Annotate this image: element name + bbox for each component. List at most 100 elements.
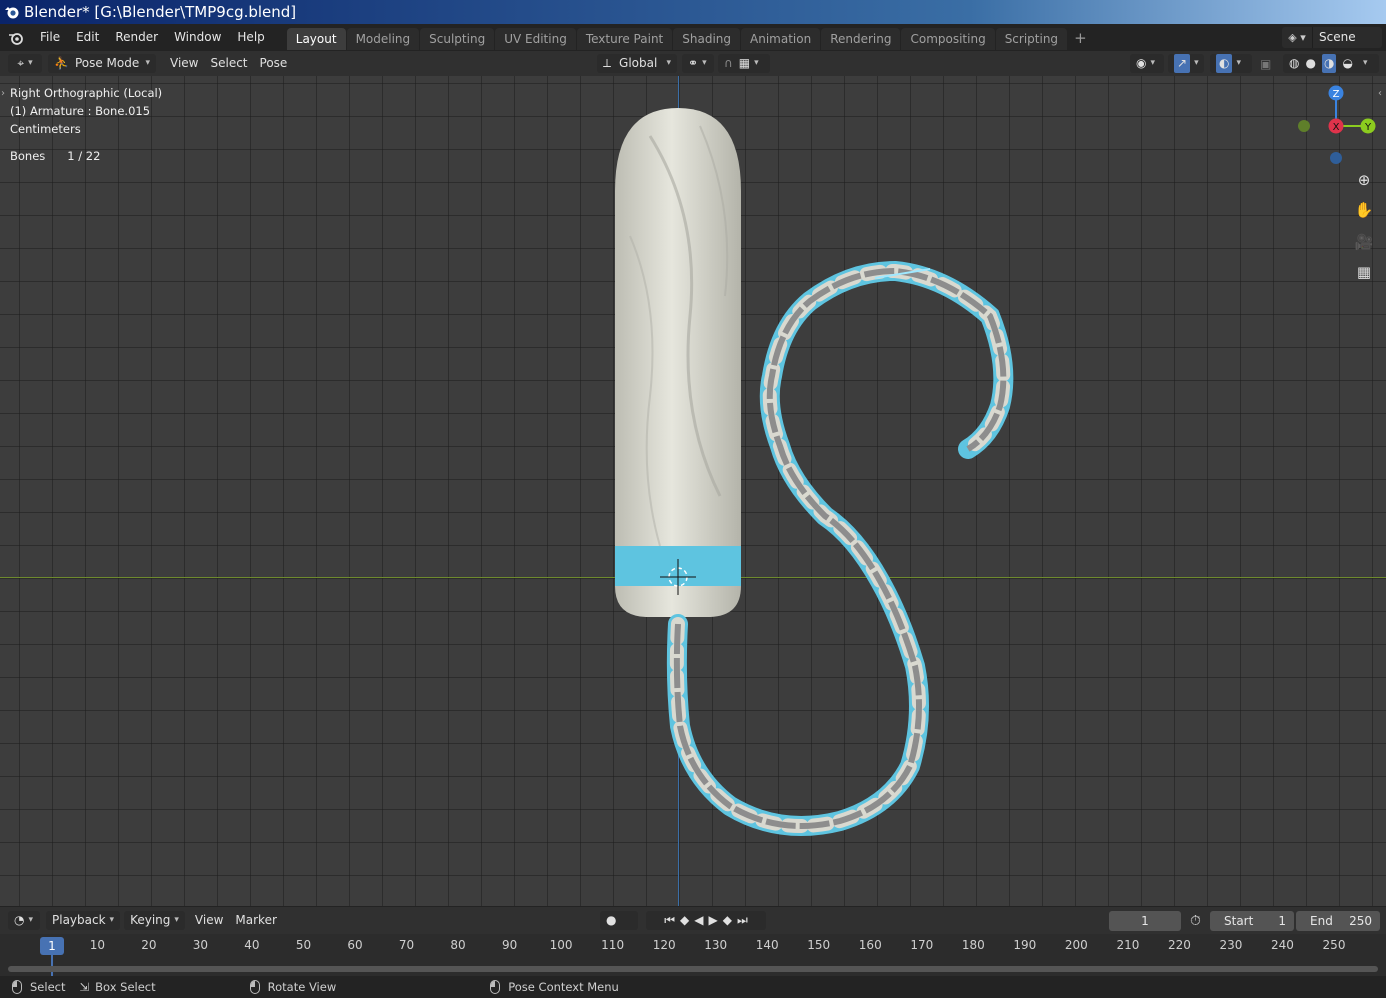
frame-tick-label: 140 [755, 938, 779, 952]
mode-label: Pose Mode [74, 56, 140, 70]
auto-keying-toggle[interactable]: ● [600, 911, 638, 930]
overlays-icon: ◐ [1216, 54, 1233, 73]
solid-shading-icon[interactable]: ● [1305, 54, 1315, 73]
status-select-label: Select [30, 980, 66, 994]
frame-tick-label: 210 [1116, 938, 1140, 952]
menu-file[interactable]: File [32, 24, 68, 51]
pan-hand-icon[interactable]: ✋ [1351, 197, 1377, 223]
jump-end-icon[interactable]: ⏭ [737, 911, 748, 930]
frame-tick-label: 80 [450, 938, 466, 952]
frame-tick-label: 120 [652, 938, 676, 952]
play-icon[interactable]: ▶ [709, 911, 718, 930]
camera-icon[interactable]: 🎥 [1351, 229, 1377, 255]
xray-toggle-icon[interactable]: ▣ [1260, 57, 1271, 71]
playhead-label[interactable]: 1 [40, 937, 64, 955]
frame-tick-label: 20 [141, 938, 157, 952]
right-mouse-icon [490, 980, 501, 994]
menu-select[interactable]: Select [204, 54, 253, 73]
tab-compositing[interactable]: Compositing [901, 28, 995, 50]
shading-buttons: ◍ ● ◑ ◒ ▾ [1283, 54, 1379, 73]
status-rotate-view-label: Rotate View [267, 980, 337, 994]
frame-tick-label: 240 [1271, 938, 1294, 952]
gizmo-toggle[interactable]: ↗ ▾ [1168, 54, 1204, 73]
tab-modeling[interactable]: Modeling [346, 28, 420, 50]
menu-edit[interactable]: Edit [68, 24, 107, 51]
frame-tick-label: 60 [347, 938, 363, 952]
pivot-dropdown[interactable]: ⚭ ▾ [682, 54, 714, 73]
current-frame-field[interactable]: 1 [1109, 910, 1181, 931]
tab-scripting[interactable]: Scripting [995, 28, 1068, 50]
blender-menu-icon[interactable] [0, 30, 32, 46]
material-shading-icon[interactable]: ◑ [1321, 54, 1337, 73]
current-frame-value: 1 [1141, 913, 1149, 928]
chevron-down-icon: ▾ [702, 58, 707, 68]
next-keyframe-icon[interactable]: ◆ [723, 911, 732, 930]
wireframe-shading-icon[interactable]: ◍ [1289, 54, 1299, 73]
timeline-scrollbar[interactable] [8, 966, 1378, 972]
editor-type-button[interactable]: ⌖ ▾ [8, 54, 42, 73]
keying-label: Keying [130, 913, 171, 927]
menu-help[interactable]: Help [229, 24, 272, 51]
tab-sculpting[interactable]: Sculpting [420, 28, 495, 50]
top-bar: File Edit Render Window Help Layout Mode… [0, 24, 1386, 51]
navigation-gizmo[interactable]: Z Y X [1290, 84, 1380, 164]
overlays-toggle[interactable]: ◐ ▾ [1210, 54, 1252, 73]
jump-start-icon[interactable]: ⏮ [664, 911, 675, 930]
axis-icon: ⌖ [17, 56, 25, 70]
mode-dropdown[interactable]: ⛹ Pose Mode ▾ [48, 54, 156, 73]
start-frame-field[interactable]: Start 1 [1210, 910, 1294, 931]
frame-tick-label: 50 [295, 938, 312, 952]
chevron-down-icon: ▾ [28, 915, 34, 925]
timeline-ruler[interactable]: 1 10 20 30 40 50 60 70 80 90 100 110 120 130 140 150 16… [0, 934, 1386, 976]
tampon-body[interactable] [615, 108, 741, 617]
orientation-label: Global [619, 56, 658, 70]
tab-rendering[interactable]: Rendering [821, 28, 901, 50]
end-frame-field[interactable]: End 250 [1296, 910, 1380, 931]
playback-dropdown[interactable]: Playback ▾ [46, 911, 121, 930]
tab-uv-editing[interactable]: UV Editing [495, 28, 576, 50]
timeline-menu-marker[interactable]: Marker [229, 911, 282, 930]
menu-pose[interactable]: Pose [254, 54, 294, 73]
status-box-select: ⇲ Box Select [79, 980, 155, 994]
blender-window: Blender* [G:\Blender\TMP9cg.blend] File … [0, 0, 1386, 998]
play-reverse-icon[interactable]: ◀ [694, 911, 703, 930]
rendered-shading-icon[interactable]: ◒ [1342, 54, 1352, 73]
tab-layout[interactable]: Layout [286, 28, 346, 50]
status-rotate-view: Rotate View [249, 980, 337, 994]
scene-name[interactable]: Scene [1312, 27, 1382, 48]
toolbar-expand-icon[interactable]: › [1, 88, 5, 99]
chevron-down-icon: ▾ [174, 915, 179, 925]
timeline-menu-view[interactable]: View [189, 911, 229, 930]
start-value: 1 [1278, 913, 1286, 928]
tab-animation[interactable]: Animation [741, 28, 821, 50]
visibility-dropdown[interactable]: ◉ ▾ [1130, 54, 1164, 73]
frame-tick-label: 100 [549, 938, 573, 952]
prev-keyframe-icon[interactable]: ◆ [680, 911, 689, 930]
pose-icon: ⛹ [54, 56, 69, 70]
playback-controls: ⏮ ◆ ◀ ▶ ◆ ⏭ [646, 911, 766, 930]
tab-shading[interactable]: Shading [673, 28, 740, 50]
zoom-icon[interactable]: ⊕ [1351, 167, 1377, 193]
tab-texture-paint[interactable]: Texture Paint [576, 28, 673, 50]
grid-toggle-icon[interactable]: ▦ [1351, 259, 1377, 285]
3d-viewport[interactable]: Right Orthographic (Local) (1) Armature … [0, 76, 1386, 906]
magnet-icon: ∩ [724, 56, 733, 70]
sidebar-expand-icon[interactable]: ‹ [1378, 88, 1382, 99]
status-context-menu: Pose Context Menu [490, 980, 619, 994]
frame-tick-label: 220 [1167, 938, 1191, 952]
menu-view[interactable]: View [164, 54, 204, 73]
scene-selector[interactable]: ◈ ▾ Scene [1282, 27, 1382, 48]
clock-icon: ◔ [14, 913, 25, 927]
preview-range-icon[interactable]: ⏱ [1190, 913, 1201, 929]
keying-dropdown[interactable]: Keying ▾ [124, 911, 185, 930]
status-bar: Select ⇲ Box Select Rotate View Pose Con… [0, 976, 1386, 998]
frame-tick-label: 200 [1064, 938, 1088, 952]
timeline-editor-type-button[interactable]: ◔ ▾ [8, 911, 40, 930]
menu-window[interactable]: Window [166, 24, 229, 51]
gizmo-y-label: Y [1364, 122, 1372, 133]
add-workspace-button[interactable]: + [1068, 29, 1093, 47]
orientation-dropdown[interactable]: ⟂ Global ▾ [597, 54, 677, 73]
frame-tick-label: 180 [961, 938, 985, 952]
snap-dropdown[interactable]: ∩ ▦ ▾ [718, 54, 770, 73]
menu-render[interactable]: Render [107, 24, 166, 51]
